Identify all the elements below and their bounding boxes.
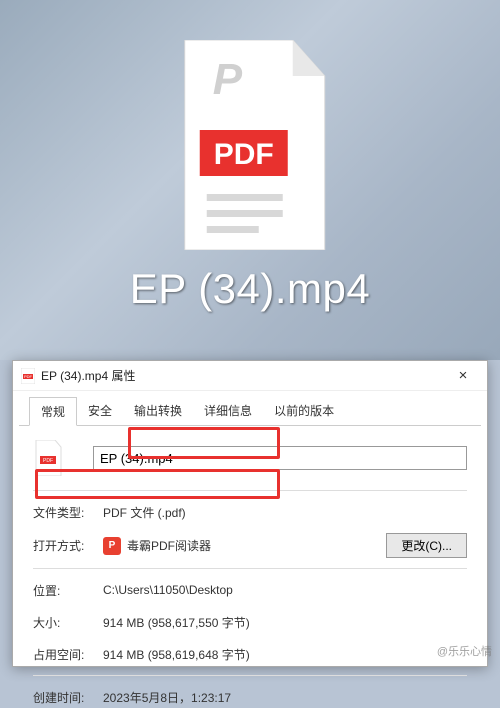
value-size-on-disk: 914 MB (958,619,648 字节) — [103, 646, 467, 663]
tabs: 常规 安全 输出转换 详细信息 以前的版本 — [19, 391, 481, 426]
watermark: @乐乐心情 — [437, 643, 492, 659]
label-opens-with: 打开方式: — [33, 537, 103, 554]
svg-text:PDF: PDF — [214, 138, 274, 171]
label-filetype: 文件类型: — [33, 504, 103, 521]
tab-previous[interactable]: 以前的版本 — [263, 397, 345, 425]
dialog-title: EP (34).mp4 属性 — [41, 367, 447, 384]
filename-input[interactable] — [93, 446, 467, 470]
divider — [33, 675, 467, 676]
change-button[interactable]: 更改(C)... — [386, 533, 467, 558]
label-size: 大小: — [33, 614, 103, 631]
svg-text:P: P — [213, 55, 243, 104]
label-created: 创建时间: — [33, 689, 103, 706]
pdf-file-icon: P PDF — [165, 40, 335, 250]
divider — [33, 490, 467, 491]
row-created: 创建时间: 2023年5月8日，1:23:17 — [33, 686, 467, 708]
label-size-on-disk: 占用空间: — [33, 646, 103, 663]
tab-details[interactable]: 详细信息 — [193, 397, 263, 425]
tab-general[interactable]: 常规 — [29, 397, 77, 426]
dialog-content: PDF 文件类型: PDF 文件 (.pdf) 打开方式: P 毒霸PDF阅读器… — [13, 426, 487, 708]
value-created: 2023年5月8日，1:23:17 — [103, 689, 467, 706]
close-button[interactable]: × — [447, 361, 479, 390]
svg-text:PDF: PDF — [24, 374, 33, 379]
row-size-on-disk: 占用空间: 914 MB (958,619,648 字节) — [33, 643, 467, 665]
label-location: 位置: — [33, 582, 103, 599]
svg-text:PDF: PDF — [43, 458, 53, 464]
value-location: C:\Users\11050\Desktop — [103, 583, 467, 597]
row-location: 位置: C:\Users\11050\Desktop — [33, 579, 467, 601]
file-type-icon: PDF — [33, 440, 63, 476]
desktop-background: P PDF EP (34).mp4 — [0, 0, 500, 360]
tab-security[interactable]: 安全 — [77, 397, 123, 425]
row-filetype: 文件类型: PDF 文件 (.pdf) — [33, 501, 467, 523]
value-size: 914 MB (958,617,550 字节) — [103, 614, 467, 631]
divider — [33, 568, 467, 569]
value-opens-with: 毒霸PDF阅读器 — [127, 537, 211, 554]
row-size: 大小: 914 MB (958,617,550 字节) — [33, 611, 467, 633]
properties-dialog: PDF EP (34).mp4 属性 × 常规 安全 输出转换 详细信息 以前的… — [12, 360, 488, 667]
desktop-file[interactable]: P PDF EP (34).mp4 — [130, 40, 371, 313]
app-icon: P — [103, 537, 121, 555]
titlebar-pdf-icon: PDF — [21, 368, 35, 384]
titlebar: PDF EP (34).mp4 属性 × — [13, 361, 487, 391]
tab-output[interactable]: 输出转换 — [123, 397, 193, 425]
desktop-file-label: EP (34).mp4 — [130, 265, 371, 313]
row-opens-with: 打开方式: P 毒霸PDF阅读器 更改(C)... — [33, 533, 467, 558]
value-filetype: PDF 文件 (.pdf) — [103, 504, 467, 521]
filename-row: PDF — [33, 440, 467, 476]
